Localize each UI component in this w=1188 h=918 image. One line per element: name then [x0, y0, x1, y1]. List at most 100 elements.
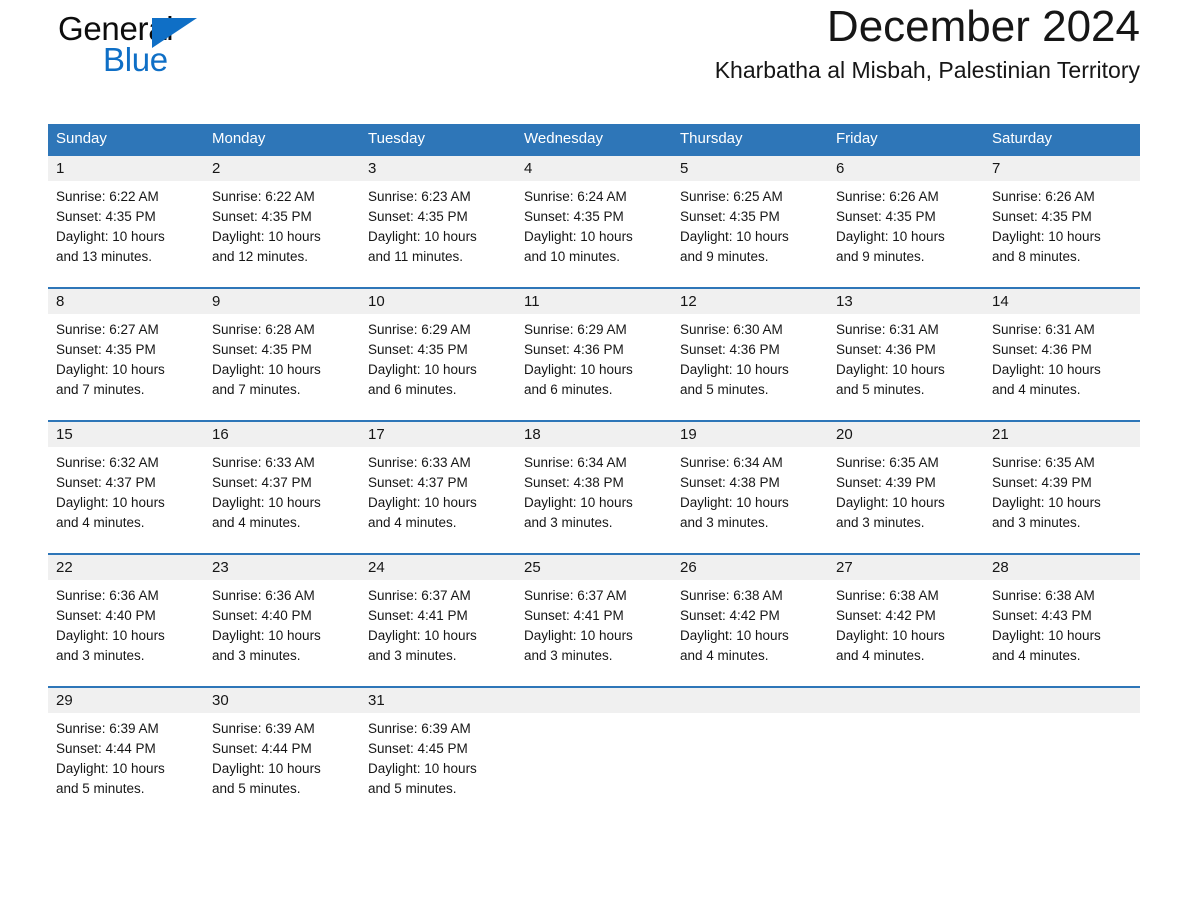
day-cell[interactable]: Sunrise: 6:38 AM Sunset: 4:42 PM Dayligh…	[672, 580, 828, 686]
sunset-text: Sunset: 4:35 PM	[680, 209, 780, 224]
day-number[interactable]: 4	[516, 156, 672, 181]
daylight-text-line1: Daylight: 10 hours	[680, 362, 789, 377]
sunrise-text: Sunrise: 6:37 AM	[368, 588, 471, 603]
day-cell[interactable]: Sunrise: 6:31 AM Sunset: 4:36 PM Dayligh…	[984, 314, 1140, 420]
generalblue-logo[interactable]: General Blue	[48, 10, 208, 90]
day-number[interactable]: 1	[48, 156, 204, 181]
day-number[interactable]: 21	[984, 422, 1140, 447]
day-number[interactable]: 18	[516, 422, 672, 447]
daylight-text-line2: and 4 minutes.	[56, 515, 145, 530]
daylight-text-line2: and 8 minutes.	[992, 249, 1081, 264]
day-cell[interactable]: Sunrise: 6:36 AM Sunset: 4:40 PM Dayligh…	[204, 580, 360, 686]
week-detail-band: Sunrise: 6:27 AM Sunset: 4:35 PM Dayligh…	[48, 314, 1140, 420]
day-cell[interactable]: Sunrise: 6:33 AM Sunset: 4:37 PM Dayligh…	[204, 447, 360, 553]
daylight-text-line2: and 5 minutes.	[212, 781, 301, 796]
day-number[interactable]: 28	[984, 555, 1140, 580]
daylight-text-line1: Daylight: 10 hours	[212, 362, 321, 377]
day-cell[interactable]: Sunrise: 6:23 AM Sunset: 4:35 PM Dayligh…	[360, 181, 516, 287]
location-subtitle: Kharbatha al Misbah, Palestinian Territo…	[714, 57, 1140, 84]
day-cell[interactable]: Sunrise: 6:29 AM Sunset: 4:36 PM Dayligh…	[516, 314, 672, 420]
calendar-table: Sunday Monday Tuesday Wednesday Thursday…	[48, 124, 1140, 821]
day-number[interactable]: 25	[516, 555, 672, 580]
day-number[interactable]: 27	[828, 555, 984, 580]
day-cell[interactable]: Sunrise: 6:37 AM Sunset: 4:41 PM Dayligh…	[360, 580, 516, 686]
day-cell-empty	[984, 713, 1140, 821]
day-number[interactable]: 20	[828, 422, 984, 447]
day-number[interactable]: 14	[984, 289, 1140, 314]
day-number[interactable]: 2	[204, 156, 360, 181]
day-cell[interactable]: Sunrise: 6:31 AM Sunset: 4:36 PM Dayligh…	[828, 314, 984, 420]
day-cell[interactable]: Sunrise: 6:30 AM Sunset: 4:36 PM Dayligh…	[672, 314, 828, 420]
day-cell[interactable]: Sunrise: 6:34 AM Sunset: 4:38 PM Dayligh…	[672, 447, 828, 553]
day-number[interactable]: 16	[204, 422, 360, 447]
day-number[interactable]: 19	[672, 422, 828, 447]
day-number[interactable]: 15	[48, 422, 204, 447]
day-cell[interactable]: Sunrise: 6:28 AM Sunset: 4:35 PM Dayligh…	[204, 314, 360, 420]
sunrise-text: Sunrise: 6:35 AM	[836, 455, 939, 470]
day-cell[interactable]: Sunrise: 6:38 AM Sunset: 4:42 PM Dayligh…	[828, 580, 984, 686]
daylight-text-line1: Daylight: 10 hours	[524, 229, 633, 244]
day-number[interactable]: 29	[48, 688, 204, 713]
day-number[interactable]: 3	[360, 156, 516, 181]
week-daynumber-band: 8 9 10 11 12 13 14	[48, 289, 1140, 314]
day-cell[interactable]: Sunrise: 6:34 AM Sunset: 4:38 PM Dayligh…	[516, 447, 672, 553]
day-number[interactable]: 26	[672, 555, 828, 580]
day-number[interactable]: 31	[360, 688, 516, 713]
daylight-text-line1: Daylight: 10 hours	[524, 362, 633, 377]
day-cell[interactable]: Sunrise: 6:35 AM Sunset: 4:39 PM Dayligh…	[828, 447, 984, 553]
sunset-text: Sunset: 4:42 PM	[680, 608, 780, 623]
sunrise-text: Sunrise: 6:26 AM	[992, 189, 1095, 204]
day-cell[interactable]: Sunrise: 6:32 AM Sunset: 4:37 PM Dayligh…	[48, 447, 204, 553]
day-number[interactable]: 24	[360, 555, 516, 580]
daylight-text-line2: and 6 minutes.	[368, 382, 457, 397]
day-cell[interactable]: Sunrise: 6:27 AM Sunset: 4:35 PM Dayligh…	[48, 314, 204, 420]
day-cell[interactable]: Sunrise: 6:26 AM Sunset: 4:35 PM Dayligh…	[828, 181, 984, 287]
day-cell[interactable]: Sunrise: 6:35 AM Sunset: 4:39 PM Dayligh…	[984, 447, 1140, 553]
sunset-text: Sunset: 4:39 PM	[836, 475, 936, 490]
day-cell-empty	[828, 713, 984, 821]
day-number[interactable]: 9	[204, 289, 360, 314]
day-cell[interactable]: Sunrise: 6:29 AM Sunset: 4:35 PM Dayligh…	[360, 314, 516, 420]
sunset-text: Sunset: 4:37 PM	[56, 475, 156, 490]
day-number[interactable]: 8	[48, 289, 204, 314]
day-cell[interactable]: Sunrise: 6:36 AM Sunset: 4:40 PM Dayligh…	[48, 580, 204, 686]
sunset-text: Sunset: 4:44 PM	[212, 741, 312, 756]
sunset-text: Sunset: 4:43 PM	[992, 608, 1092, 623]
day-cell[interactable]: Sunrise: 6:24 AM Sunset: 4:35 PM Dayligh…	[516, 181, 672, 287]
day-cell[interactable]: Sunrise: 6:37 AM Sunset: 4:41 PM Dayligh…	[516, 580, 672, 686]
day-number[interactable]: 12	[672, 289, 828, 314]
day-number[interactable]: 6	[828, 156, 984, 181]
day-cell-empty	[672, 713, 828, 821]
day-number[interactable]: 11	[516, 289, 672, 314]
day-cell[interactable]: Sunrise: 6:39 AM Sunset: 4:44 PM Dayligh…	[48, 713, 204, 821]
day-cell[interactable]: Sunrise: 6:25 AM Sunset: 4:35 PM Dayligh…	[672, 181, 828, 287]
day-number[interactable]: 23	[204, 555, 360, 580]
day-number[interactable]: 22	[48, 555, 204, 580]
day-number[interactable]: 30	[204, 688, 360, 713]
day-cell[interactable]: Sunrise: 6:22 AM Sunset: 4:35 PM Dayligh…	[48, 181, 204, 287]
day-cell[interactable]: Sunrise: 6:33 AM Sunset: 4:37 PM Dayligh…	[360, 447, 516, 553]
day-number[interactable]: 10	[360, 289, 516, 314]
daylight-text-line2: and 3 minutes.	[56, 648, 145, 663]
day-cell[interactable]: Sunrise: 6:39 AM Sunset: 4:45 PM Dayligh…	[360, 713, 516, 821]
day-cell[interactable]: Sunrise: 6:38 AM Sunset: 4:43 PM Dayligh…	[984, 580, 1140, 686]
day-number[interactable]: 7	[984, 156, 1140, 181]
day-number[interactable]: 13	[828, 289, 984, 314]
day-cell[interactable]: Sunrise: 6:26 AM Sunset: 4:35 PM Dayligh…	[984, 181, 1140, 287]
sunset-text: Sunset: 4:35 PM	[212, 209, 312, 224]
week-detail-band: Sunrise: 6:36 AM Sunset: 4:40 PM Dayligh…	[48, 580, 1140, 686]
weekday-header-thursday: Thursday	[680, 130, 743, 147]
sunrise-text: Sunrise: 6:29 AM	[524, 322, 627, 337]
daylight-text-line2: and 3 minutes.	[368, 648, 457, 663]
sunrise-text: Sunrise: 6:26 AM	[836, 189, 939, 204]
daylight-text-line1: Daylight: 10 hours	[368, 628, 477, 643]
day-cell[interactable]: Sunrise: 6:39 AM Sunset: 4:44 PM Dayligh…	[204, 713, 360, 821]
sunrise-text: Sunrise: 6:33 AM	[212, 455, 315, 470]
weekday-header-monday: Monday	[212, 130, 266, 147]
day-number[interactable]: 17	[360, 422, 516, 447]
day-cell[interactable]: Sunrise: 6:22 AM Sunset: 4:35 PM Dayligh…	[204, 181, 360, 287]
daylight-text-line1: Daylight: 10 hours	[368, 362, 477, 377]
day-number[interactable]: 5	[672, 156, 828, 181]
week-daynumber-band: 29 30 31	[48, 688, 1140, 713]
daylight-text-line1: Daylight: 10 hours	[212, 761, 321, 776]
